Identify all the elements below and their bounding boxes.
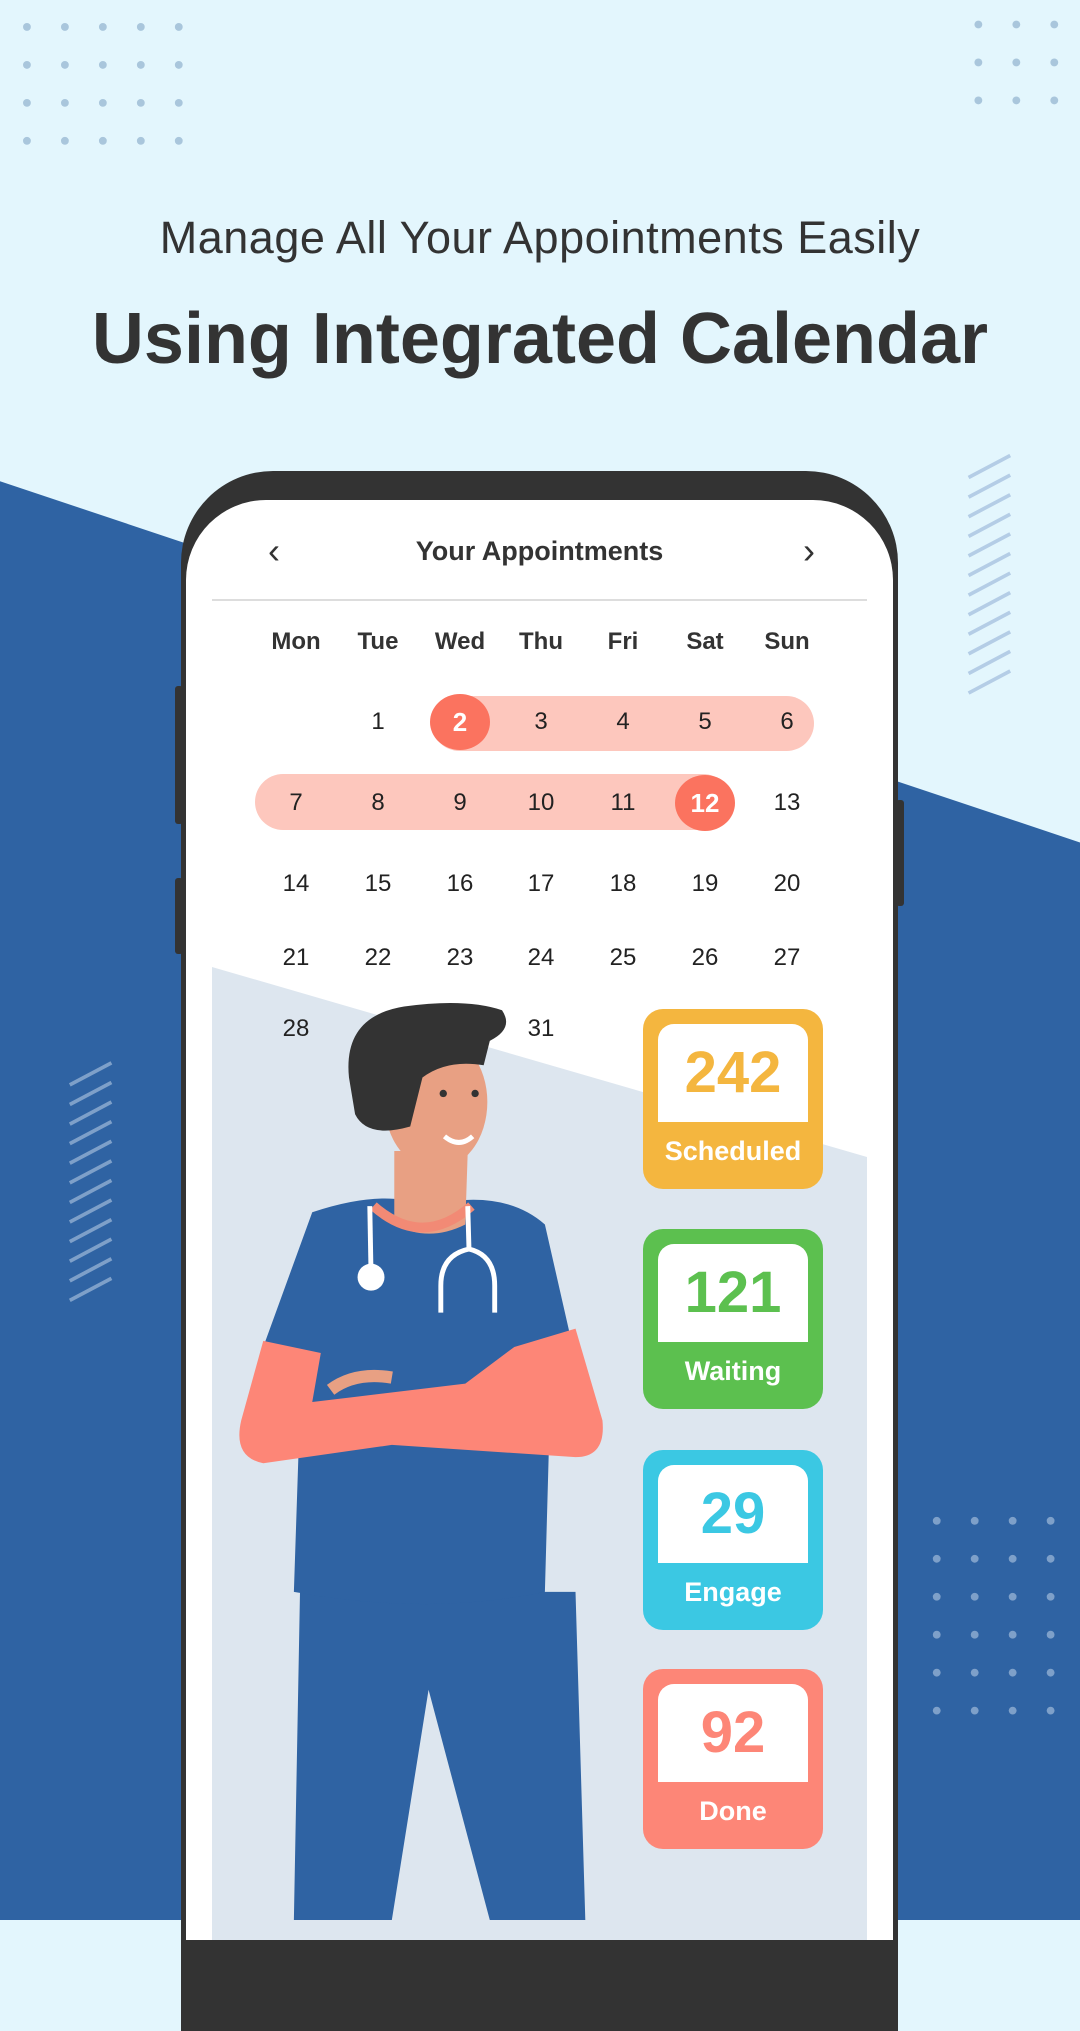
stat-label: Waiting: [684, 1356, 782, 1386]
stat-label: Done: [699, 1796, 767, 1826]
stat-label: Engage: [684, 1577, 782, 1607]
doctor-illustration: [239, 1003, 603, 1920]
stat-value: 121: [658, 1244, 808, 1342]
stat-value: 29: [658, 1465, 808, 1563]
stat-card-done[interactable]: 92 Done: [643, 1669, 823, 1849]
stat-value: 242: [658, 1024, 808, 1122]
stat-card-scheduled[interactable]: 242 Scheduled: [643, 1009, 823, 1189]
stat-label: Scheduled: [664, 1136, 802, 1166]
stat-card-engage[interactable]: 29 Engage: [643, 1450, 823, 1630]
stat-value: 92: [658, 1684, 808, 1782]
stat-card-waiting[interactable]: 121 Waiting: [643, 1229, 823, 1409]
